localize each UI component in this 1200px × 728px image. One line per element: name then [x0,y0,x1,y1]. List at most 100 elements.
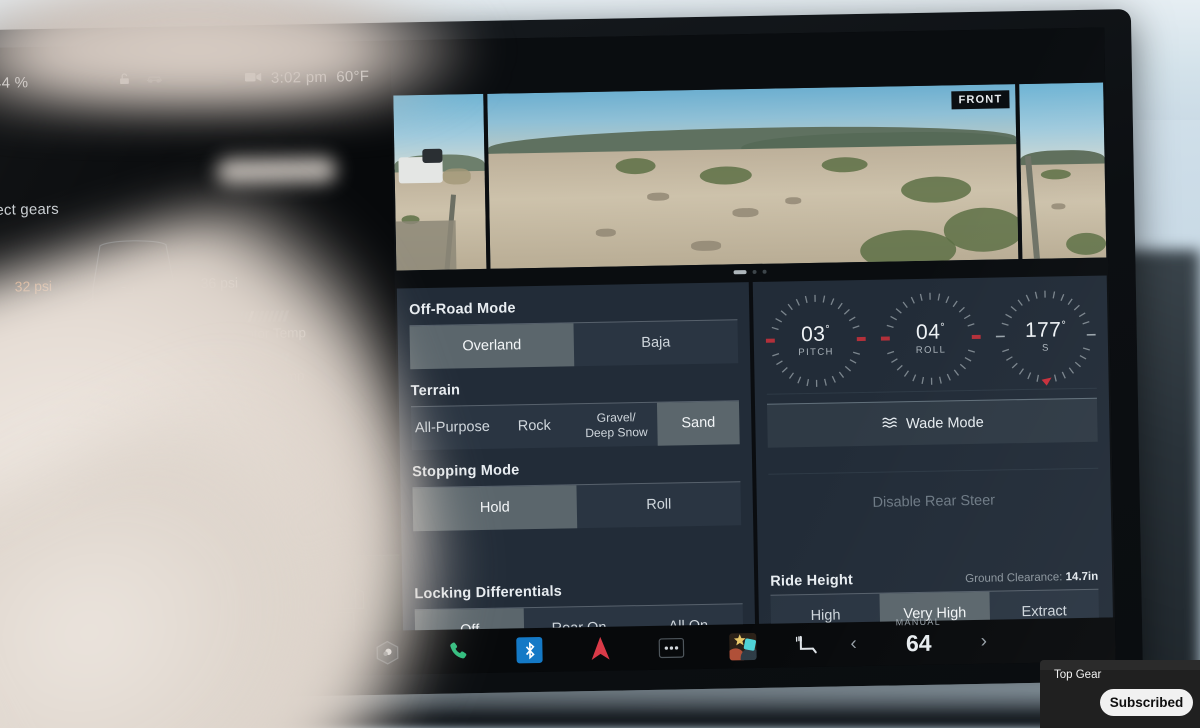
terrain-sand-label: Sand [681,414,716,432]
terrain-title: Terrain [410,382,461,400]
ground-clearance-value: 14.7in [1065,570,1099,584]
terrain-segmented[interactable]: All-Purpose Rock Gravel/ Deep Snow Sand [410,400,740,451]
terrain-gravel-deep-snow[interactable]: Gravel/ Deep Snow [575,403,658,447]
stopping-mode-roll[interactable]: Roll [576,482,741,528]
phone-icon[interactable] [444,637,473,666]
driver-cluster-panel: 44 % 3:02 pm 60°F elect gears 32 psi 36 … [0,40,402,679]
pagination-dot[interactable] [752,269,757,275]
more-options-icon[interactable] [657,633,686,662]
tire-pressure-front-right: 36 psi [200,274,239,292]
water-waves-icon [881,415,899,432]
ride-warning-line2: speed limit [129,532,195,548]
tire-pressure-front-left: 32 psi [14,277,53,295]
pitch-gauge: 03° PITCH [765,290,867,392]
stopping-mode-title: Stopping Mode [412,462,520,481]
video-player-overlay: Top Gear Subscribed [1040,660,1200,728]
subscribe-button[interactable]: Subscribed [1100,689,1193,716]
offroad-mode-baja[interactable]: Baja [573,320,738,366]
disable-rear-steer-label: Disable Rear Steer [872,492,996,511]
terrain-all-purpose-label: All-Purpose [414,418,490,437]
climate-mode-label: MANUAL [895,616,942,627]
wade-mode-button[interactable]: Wade Mode [766,397,1098,448]
channel-name: Top Gear [1054,669,1102,681]
roll-gauge: 04° ROLL [880,288,982,390]
offroad-mode-title: Off-Road Mode [409,300,516,319]
ride-height-warning: High ride height speed limit [129,514,360,548]
terrain-all-purpose[interactable]: All-Purpose [411,406,494,450]
front-motor-temp-bar [197,310,290,324]
navigation-arrow-icon[interactable] [586,635,615,664]
infotainment-display: 44 % 3:02 pm 60°F elect gears 32 psi 36 … [0,27,1116,682]
status-bar: 44 % 3:02 pm 60°F [0,63,391,96]
offroad-controls-panel: Off-Road Mode Overland Baja Terrain All-… [396,282,756,654]
roll-number: 04 [915,320,941,345]
camera-label: FRONT [951,90,1010,110]
pagination-active[interactable] [733,270,747,275]
battery-temp-label: ttery Temp [0,373,52,391]
clock: 3:02 pm [270,68,328,87]
temperature-decrease-button[interactable]: ‹ [850,633,857,655]
wade-mode-group: Wade Mode [766,397,1098,448]
attitude-gauges: 03° PITCH 04° ROLL 177° S [765,286,1097,392]
ground-clearance-label: Ground Clearance: [965,571,1063,586]
tire-pressure-rear-right: 40 psi [197,414,235,432]
select-gears-label: elect gears [0,200,60,220]
terrain-group: Terrain All-Purpose Rock Gravel/ Deep Sn… [410,377,740,451]
front-motor-temp-label: Front Motor Temp [199,325,307,343]
climate-temperature-value: 64 [905,629,932,656]
rear-motor-temp-bar [198,352,290,366]
offroad-mode-segmented[interactable]: Overland Baja [409,319,739,370]
seat-heater-icon[interactable] [792,631,821,660]
blurred-notification [216,156,337,185]
heading-value: 177° [995,318,1095,344]
terrain-gravel-line2: Deep Snow [585,424,648,440]
stopping-mode-group: Stopping Mode Hold Roll [412,458,742,532]
stopping-mode-segmented[interactable]: Hold Roll [412,481,742,532]
ride-height-title: Ride Height [770,572,854,590]
battery-percent: 44 % [0,73,29,92]
offroad-app-panel: FRONT Off-Road Mode Overland Baja Terrai… [390,27,1115,654]
lock-icon [117,71,132,90]
rivian-logo-icon[interactable] [373,638,402,667]
heading-compass-gauge: 177° S [995,286,1097,388]
heading-degree: ° [1061,319,1067,332]
temperature-increase-button[interactable]: › [981,631,988,653]
stopping-mode-hold[interactable]: Hold [412,485,578,532]
terrain-rock-label: Rock [517,417,552,435]
pitch-degree: ° [825,323,831,336]
telemetry-panel: 03° PITCH 04° ROLL 177° S Wade Mode Disa… [752,275,1113,639]
heading-label: S [1042,342,1050,354]
dock-icon-group [373,632,757,667]
heading-number: 177 [1024,318,1062,343]
dock-climate-group: ‹ MANUAL 64 › [792,616,988,660]
warning-badge-1 [192,558,220,584]
locking-differentials-title: Locking Differentials [414,583,563,603]
pitch-number: 03 [800,322,826,347]
roll-label: ROLL [915,344,947,357]
pagination-dot[interactable] [762,269,767,274]
bluetooth-icon[interactable] [515,636,544,665]
ground-clearance: Ground Clearance: 14.7in [965,571,1098,585]
pitch-label: PITCH [798,346,834,359]
battery-temp-bar [0,358,61,371]
offroad-mode-overland[interactable]: Overland [409,323,575,370]
vehicle-icon [145,71,164,88]
terrain-rock[interactable]: Rock [493,404,576,448]
pitch-value: 03° [766,322,866,348]
camera-icon [244,69,262,86]
media-apps-icon[interactable] [728,632,757,661]
warning-badge-2 [298,599,325,625]
camera-front-view[interactable]: FRONT [487,84,1019,269]
roll-degree: ° [940,321,946,334]
infotainment-screen-bezel: 44 % 3:02 pm 60°F elect gears 32 psi 36 … [0,9,1144,702]
rear-motor-temp-label: Rear Motor Temp [200,368,305,386]
telemetry-divider-2 [768,467,1099,475]
wade-mode-label: Wade Mode [905,414,984,432]
terrain-sand[interactable]: Sand [656,401,740,446]
camera-left-view[interactable] [393,93,487,271]
disable-rear-steer-button[interactable]: Disable Rear Steer [769,483,1100,521]
roll-value: 04° [880,320,980,346]
offroad-mode-group: Off-Road Mode Overland Baja [409,296,739,370]
terrain-gravel-line1: Gravel/ [596,409,636,425]
camera-right-view[interactable] [1019,82,1107,260]
